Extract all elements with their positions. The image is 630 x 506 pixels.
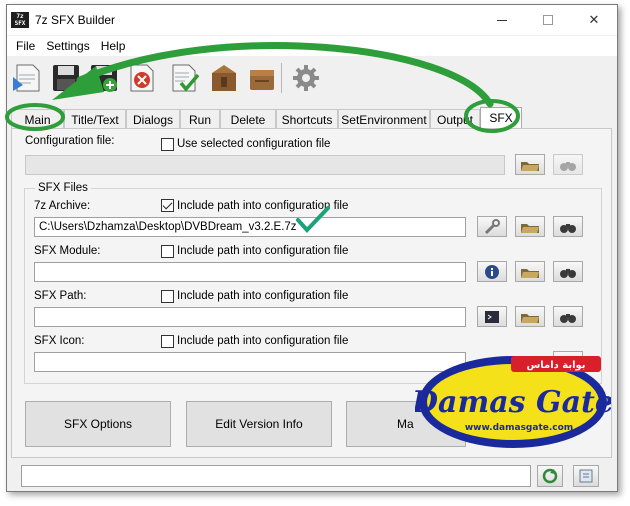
main-tab-highlight-ellipse <box>5 103 65 131</box>
archive-checkmark-annotation <box>296 206 330 233</box>
highlight-arrow-head <box>52 66 104 100</box>
damas-gate-watermark-logo: بوابة داماس Damas Gate www.damasgate.com <box>415 356 611 448</box>
watermark-brand-text: Damas Gate <box>415 385 611 420</box>
watermark-url-text: www.damasgate.com <box>465 423 573 433</box>
highlight-arrow-curve <box>76 42 494 108</box>
watermark-arabic-text: بوابة داماس <box>526 360 585 371</box>
